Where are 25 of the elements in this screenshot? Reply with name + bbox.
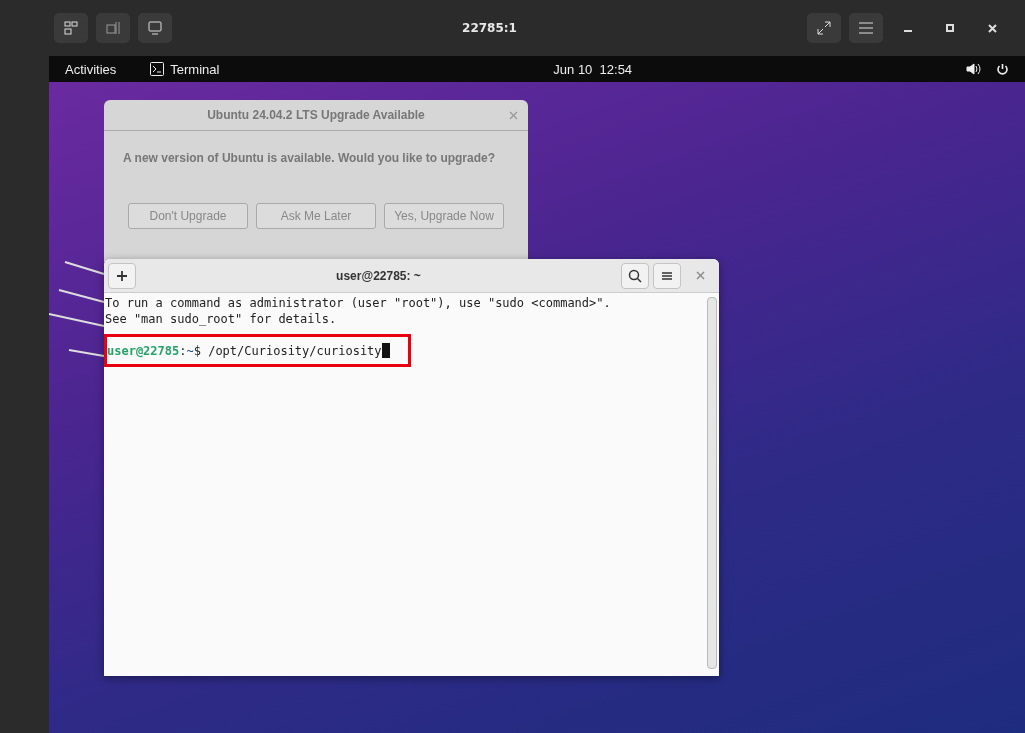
fullscreen-icon[interactable] [807,13,841,43]
plus-icon [116,269,128,282]
power-icon[interactable] [996,62,1009,76]
scrollbar[interactable] [707,297,717,669]
clock[interactable]: Jun 10 12:54 [553,61,633,77]
search-button[interactable] [621,262,649,289]
menu-icon [662,270,672,281]
search-icon [628,268,642,283]
terminal-icon [150,62,165,76]
menu-button[interactable] [653,262,681,289]
text-cursor [381,343,390,358]
dialog-title: Ubuntu 24.04.2 LTS Upgrade Available [207,108,425,122]
new-tab-button[interactable] [108,262,136,289]
command-prompt: user@22785:~$ /opt/Curiosity/curiosity [107,342,382,359]
viewer-title: 22785:1 [461,21,518,35]
monitor-icon[interactable] [138,13,172,43]
windows-icon[interactable] [54,13,88,43]
menu-icon[interactable] [849,13,883,43]
dialog-message: A new version of Ubuntu is available. Would you like to upgrade? [122,150,497,165]
terminal-title: user@22785: ~ [335,268,422,283]
volume-icon[interactable] [966,62,982,76]
app-menu[interactable]: Terminal [170,61,220,77]
terminal-output: See "man sudo_root" for details. [105,311,338,327]
terminal-output: To run a command as administrator (user "root"), use "sudo <command>". [105,295,612,311]
activities-button[interactable]: Activities [65,61,117,77]
